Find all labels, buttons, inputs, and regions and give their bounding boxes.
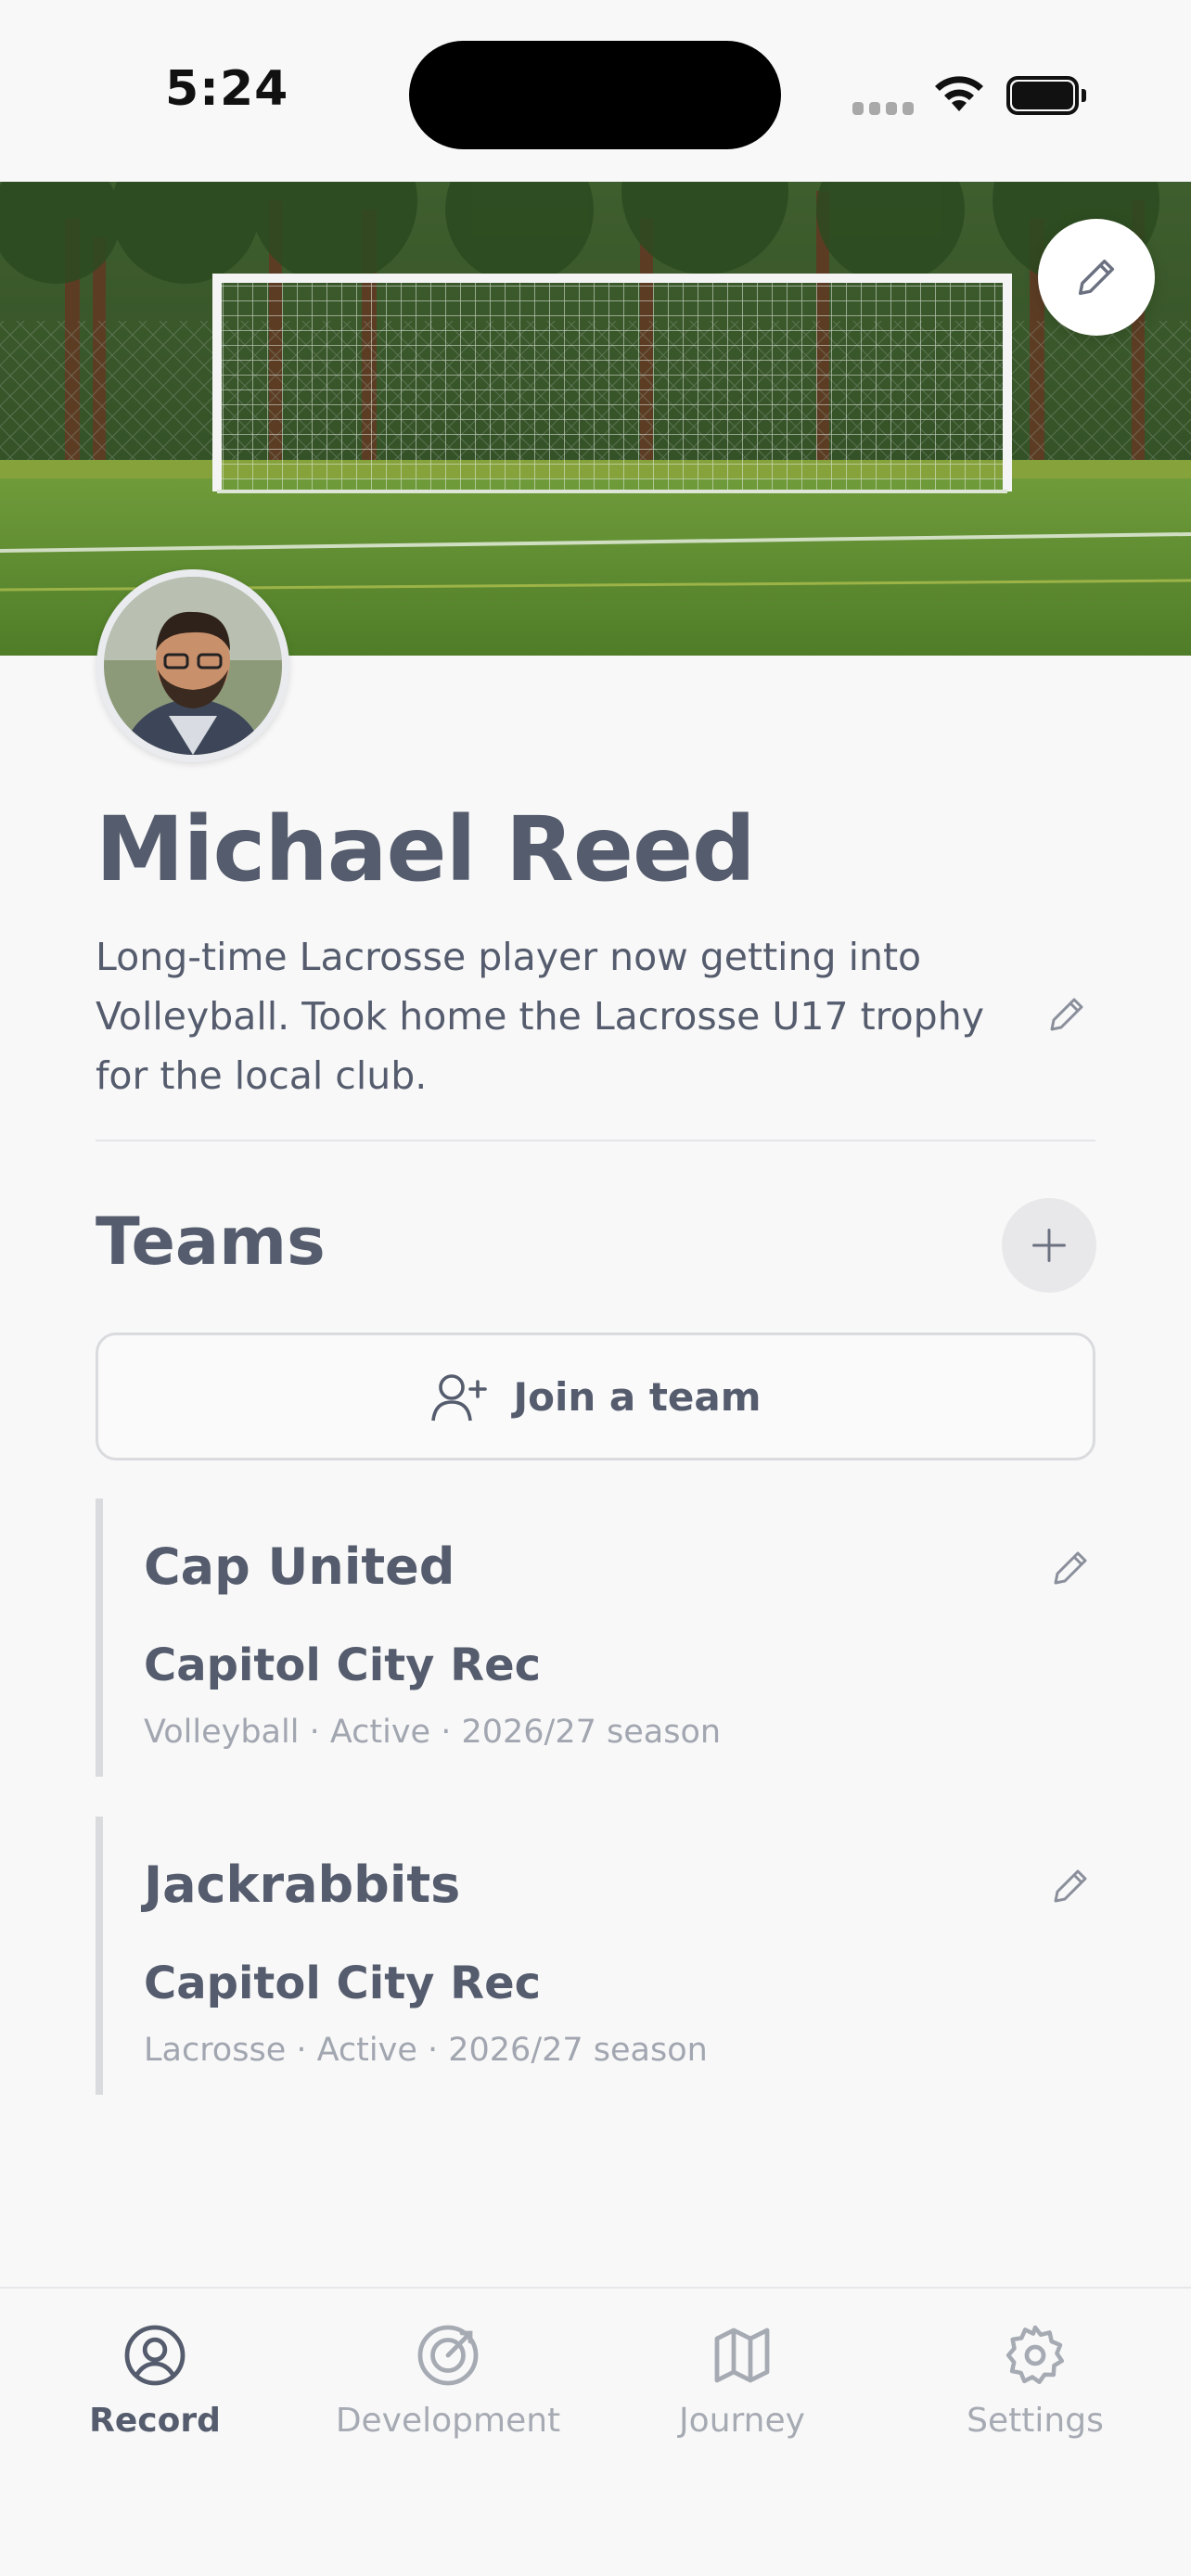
join-team-button[interactable]: Join a team xyxy=(96,1333,1095,1460)
profile-name: Michael Reed xyxy=(96,797,756,901)
nav-item-settings[interactable]: Settings xyxy=(905,2322,1165,2440)
user-plus-icon xyxy=(431,1374,488,1422)
pencil-icon xyxy=(1050,998,1083,1031)
gear-icon xyxy=(1005,2325,1065,2385)
teams-heading: Teams xyxy=(96,1204,326,1280)
pencil-icon xyxy=(1054,1869,1087,1903)
team-organization: Capitol City Rec xyxy=(144,1639,542,1691)
edit-cover-button[interactable] xyxy=(1038,219,1155,336)
nav-item-record[interactable]: Record xyxy=(25,2322,285,2440)
team-card[interactable]: Jackrabbits Capitol City Rec Lacrosse · … xyxy=(96,1817,1095,2095)
nav-item-journey[interactable]: Journey xyxy=(612,2322,872,2440)
plus-icon xyxy=(1032,1229,1066,1262)
user-circle-icon xyxy=(124,2325,186,2386)
wifi-icon xyxy=(935,76,983,111)
team-organization: Capitol City Rec xyxy=(144,1958,542,2009)
cellular-signal-icon xyxy=(852,102,914,115)
map-icon xyxy=(714,2327,770,2383)
battery-icon xyxy=(1006,76,1086,115)
divider xyxy=(96,1140,1095,1141)
status-bar: 5:24 xyxy=(0,0,1191,182)
pencil-icon xyxy=(1054,1551,1087,1585)
nav-item-development[interactable]: Development xyxy=(318,2322,578,2440)
avatar[interactable] xyxy=(96,569,289,762)
dynamic-island xyxy=(409,41,781,149)
target-icon xyxy=(417,2325,479,2386)
pencil-icon xyxy=(1078,259,1115,296)
edit-team-button[interactable] xyxy=(1045,1543,1095,1593)
nav-label: Record xyxy=(89,2402,221,2440)
profile-bio: Long-time Lacrosse player now getting in… xyxy=(96,935,984,1098)
team-name: Jackrabbits xyxy=(144,1855,461,1914)
nav-label: Journey xyxy=(679,2402,805,2440)
status-time: 5:24 xyxy=(165,61,289,117)
nav-label: Development xyxy=(335,2402,561,2440)
team-card[interactable]: Cap United Capitol City Rec Volleyball ·… xyxy=(96,1498,1095,1777)
team-name: Cap United xyxy=(144,1537,455,1596)
join-team-label: Join a team xyxy=(513,1373,762,1420)
team-meta: Lacrosse · Active · 2026/27 season xyxy=(144,2032,708,2069)
team-meta: Volleyball · Active · 2026/27 season xyxy=(144,1714,722,1751)
bottom-nav: Record Development Journey Settings xyxy=(0,2287,1191,2576)
edit-bio-button[interactable] xyxy=(1043,990,1091,1039)
nav-label: Settings xyxy=(967,2402,1104,2440)
add-team-button[interactable] xyxy=(1002,1198,1096,1293)
edit-team-button[interactable] xyxy=(1045,1861,1095,1911)
